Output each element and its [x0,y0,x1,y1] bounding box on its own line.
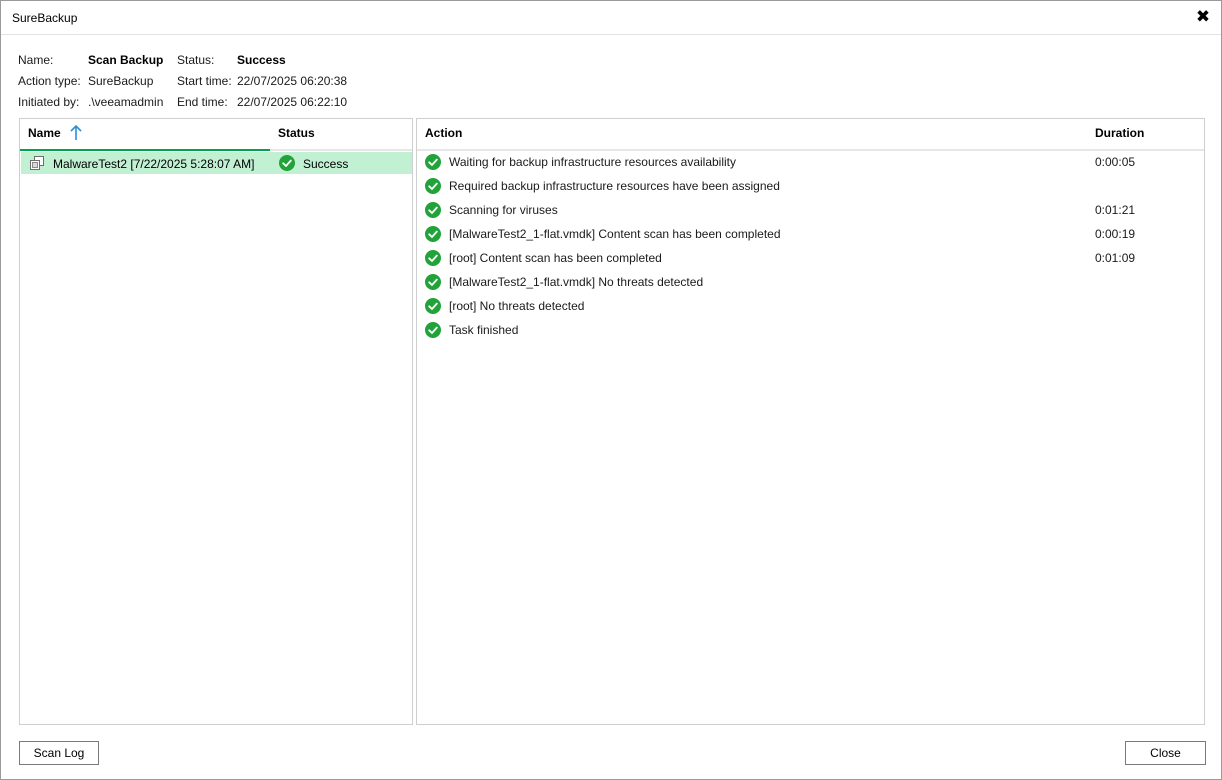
duration-column-label: Duration [1095,126,1145,140]
success-check-icon [279,155,295,171]
action-text: Task finished [449,323,519,337]
sort-ascending-arrow-icon[interactable] [69,125,83,141]
close-button[interactable]: Close [1125,741,1206,765]
action-text: Waiting for backup infrastructure resour… [449,155,737,169]
close-window-icon[interactable]: ✖ [1195,8,1211,26]
name-value: Scan Backup [88,53,164,67]
title-bar: SureBackup ✖ [1,1,1221,35]
end-time-value: 22/07/2025 06:22:10 [237,95,348,109]
objects-table: Name Status MalwareTest2 [7/22/2025 5:28… [19,118,413,725]
success-check-icon [425,202,441,218]
success-check-icon [425,274,441,290]
table-row[interactable]: MalwareTest2 [7/22/2025 5:28:07 AM] Succ… [21,152,412,174]
object-name: MalwareTest2 [7/22/2025 5:28:07 AM] [53,157,255,171]
table-row[interactable]: [root] No threats detected [417,294,1204,318]
start-time-label: Start time: [177,74,232,88]
action-duration: 0:01:21 [1095,203,1136,217]
action-text: Required backup infrastructure resources… [449,179,780,193]
table-row[interactable]: Scanning for viruses 0:01:21 [417,198,1204,222]
duration-column-header[interactable]: Duration [1095,119,1195,150]
table-row[interactable]: Waiting for backup infrastructure resour… [417,150,1204,174]
name-label: Name: [18,53,54,67]
sort-indicator-line [20,149,270,151]
table-row[interactable]: [root] Content scan has been completed 0… [417,246,1204,270]
action-text: [root] Content scan has been completed [449,251,662,265]
initiated-by-value: .\veeamadmin [88,95,164,109]
status-column-header[interactable]: Status [278,119,408,150]
start-time-value: 22/07/2025 06:20:38 [237,74,348,88]
success-check-icon [425,298,441,314]
action-text: [root] No threats detected [449,299,585,313]
surebackup-dialog: SureBackup ✖ Name: Scan Backup Action ty… [0,0,1222,780]
action-type-label: Action type: [18,74,81,88]
status-value: Success [237,53,286,67]
action-duration: 0:00:05 [1095,155,1136,169]
action-duration: 0:01:09 [1095,251,1136,265]
name-column-label: Name [28,126,61,140]
initiated-by-label: Initiated by: [18,95,80,109]
vm-icon [30,156,44,170]
status-column-label: Status [278,126,315,140]
success-check-icon [425,322,441,338]
success-check-icon [425,250,441,266]
action-text: [MalwareTest2_1-flat.vmdk] Content scan … [449,227,781,241]
window-title: SureBackup [12,11,78,25]
action-column-label: Action [425,126,463,140]
table-row[interactable]: Task finished [417,318,1204,342]
object-status: Success [303,157,349,171]
success-check-icon [425,178,441,194]
status-label: Status: [177,53,215,67]
action-text: Scanning for viruses [449,203,558,217]
end-time-label: End time: [177,95,228,109]
table-row[interactable]: Required backup infrastructure resources… [417,174,1204,198]
actions-table: Action Duration Waiting for backup infra… [416,118,1205,725]
action-column-header[interactable]: Action [425,119,1085,150]
table-row[interactable]: [MalwareTest2_1-flat.vmdk] No threats de… [417,270,1204,294]
success-check-icon [425,154,441,170]
action-type-value: SureBackup [88,74,154,88]
action-duration: 0:00:19 [1095,227,1136,241]
name-column-header[interactable]: Name [28,119,268,150]
table-row[interactable]: [MalwareTest2_1-flat.vmdk] Content scan … [417,222,1204,246]
success-check-icon [425,226,441,242]
scan-log-button[interactable]: Scan Log [19,741,99,765]
action-text: [MalwareTest2_1-flat.vmdk] No threats de… [449,275,704,289]
